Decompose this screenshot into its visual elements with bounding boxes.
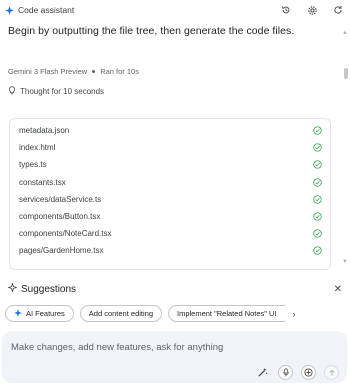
file-name: services/dataService.ts	[19, 194, 102, 204]
scrollbar-thumb[interactable]	[344, 68, 348, 79]
chip-label: Implement "Related Notes" UI	[177, 309, 277, 318]
file-name: pages/GardenHome.tsx	[19, 246, 104, 256]
check-circle-icon	[313, 229, 322, 238]
file-name: components/Button.tsx	[19, 212, 101, 222]
composer[interactable]: Make changes, add new features, ask for …	[2, 331, 347, 383]
check-circle-icon	[313, 177, 322, 187]
check-circle-icon	[313, 195, 322, 204]
composer-input[interactable]: Make changes, add new features, ask for …	[11, 342, 223, 353]
suggestions-title: Suggestions	[21, 283, 77, 295]
chip-label: Add content editing	[88, 309, 153, 318]
chip-add-content-editing[interactable]: Add content editing	[79, 305, 162, 322]
file-name: types.ts	[19, 160, 47, 170]
send-arrow-icon[interactable]	[324, 365, 339, 380]
file-row[interactable]: services/dataService.ts	[10, 191, 330, 208]
file-name: constants.tsx	[19, 177, 66, 187]
suggestions-sparkle-icon	[6, 281, 19, 295]
thought-toggle[interactable]: Thought for 10 seconds	[8, 86, 104, 97]
thought-label: Thought for 10 seconds	[20, 87, 105, 96]
refresh-icon[interactable]	[332, 4, 344, 16]
suggestion-chips: AI Features Add content editing Implemen…	[5, 305, 350, 322]
assistant-header: Code assistant	[0, 0, 350, 20]
check-circle-icon	[313, 246, 322, 256]
chip-sparkle-icon	[14, 308, 22, 319]
run-duration: Ran for 10s	[100, 67, 139, 76]
check-circle-icon	[313, 143, 322, 152]
magic-wand-icon[interactable]	[255, 365, 270, 380]
chip-ai-features[interactable]: AI Features	[5, 305, 74, 322]
file-name: index.html	[19, 143, 56, 153]
check-circle-icon	[313, 160, 322, 170]
file-row[interactable]: types.ts	[10, 156, 330, 173]
run-meta: Gemini 3 Flash Preview Ran for 10s	[8, 67, 139, 76]
microphone-icon[interactable]	[278, 365, 293, 380]
settings-icon[interactable]	[306, 4, 318, 16]
file-list: metadata.json index.html types.ts constants…	[9, 118, 331, 270]
close-icon[interactable]: ✕	[334, 284, 342, 295]
scroll-up-arrow-icon[interactable]: ▲	[342, 30, 348, 36]
chevron-right-icon[interactable]: ›	[293, 309, 296, 319]
check-circle-icon	[313, 212, 322, 221]
suggestions-header: Suggestions ✕	[6, 281, 342, 295]
file-name: components/NoteCard.tsx	[19, 229, 112, 239]
panel-title: Code assistant	[18, 5, 75, 15]
file-row[interactable]: metadata.json	[10, 122, 330, 139]
lightbulb-icon	[8, 86, 16, 97]
sparkle-icon	[5, 5, 14, 15]
separator-dot	[92, 70, 96, 73]
user-prompt: Begin by outputting the file tree, then …	[8, 25, 295, 37]
chip-label: AI Features	[26, 309, 65, 318]
chip-related-notes[interactable]: Implement "Related Notes" UI	[168, 305, 285, 322]
history-icon[interactable]	[280, 4, 292, 16]
file-row[interactable]: index.html	[10, 139, 330, 156]
file-row[interactable]: components/Button.tsx	[10, 208, 330, 225]
model-name: Gemini 3 Flash Preview	[8, 67, 88, 76]
scroll-down-arrow-icon[interactable]: ▼	[342, 259, 348, 265]
add-circle-icon[interactable]	[301, 365, 316, 380]
file-name: metadata.json	[19, 126, 70, 136]
file-row[interactable]: pages/GardenHome.tsx	[10, 242, 330, 259]
check-circle-icon	[313, 126, 322, 135]
file-row[interactable]: constants.tsx	[10, 174, 330, 191]
file-row[interactable]: components/NoteCard.tsx	[10, 225, 330, 242]
